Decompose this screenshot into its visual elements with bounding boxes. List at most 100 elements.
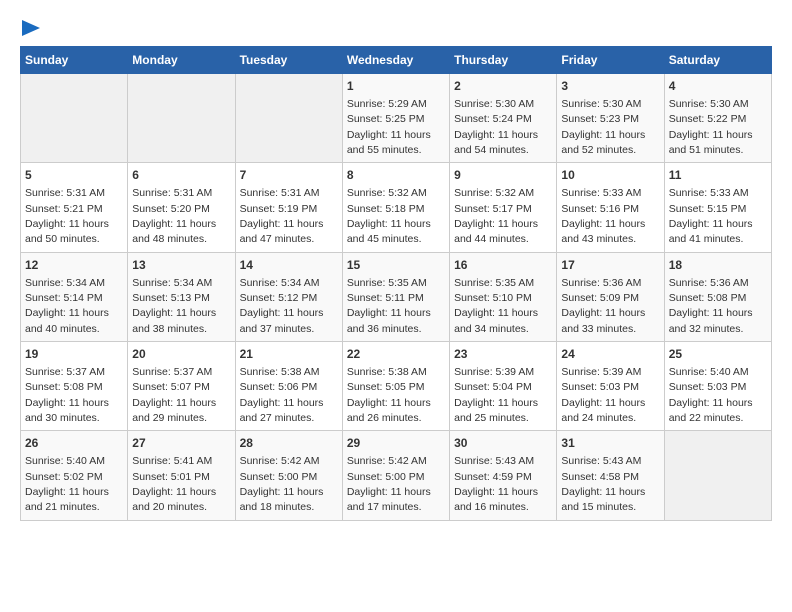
- calendar-day-cell: 9 Sunrise: 5:32 AMSunset: 5:17 PMDaylight…: [450, 163, 557, 252]
- day-info: Sunrise: 5:39 AMSunset: 5:04 PMDaylight:…: [454, 366, 538, 424]
- calendar-week-row: 26Sunrise: 5:40 AMSunset: 5:02 PMDayligh…: [21, 431, 772, 520]
- day-info: Sunrise: 5:36 AMSunset: 5:08 PMDaylight:…: [669, 277, 753, 335]
- calendar-day-cell: [235, 74, 342, 163]
- calendar-day-cell: [21, 74, 128, 163]
- day-info: Sunrise: 5:31 AMSunset: 5:20 PMDaylight:…: [132, 187, 216, 245]
- day-number: 28: [240, 435, 338, 452]
- day-info: Sunrise: 5:32 AMSunset: 5:17 PMDaylight:…: [454, 187, 538, 245]
- day-info: Sunrise: 5:39 AMSunset: 5:03 PMDaylight:…: [561, 366, 645, 424]
- day-info: Sunrise: 5:35 AMSunset: 5:10 PMDaylight:…: [454, 277, 538, 335]
- calendar-day-cell: 29Sunrise: 5:42 AMSunset: 5:00 PMDayligh…: [342, 431, 449, 520]
- calendar-day-cell: 12 Sunrise: 5:34 AMSunset: 5:14 PMDayligh…: [21, 252, 128, 341]
- calendar-day-cell: [664, 431, 771, 520]
- calendar-day-cell: 15 Sunrise: 5:35 AMSunset: 5:11 PMDayligh…: [342, 252, 449, 341]
- day-number: 22: [347, 346, 445, 363]
- day-number: 2: [454, 78, 552, 95]
- day-number: 19: [25, 346, 123, 363]
- day-number: 15: [347, 257, 445, 274]
- day-info: Sunrise: 5:34 AMSunset: 5:14 PMDaylight:…: [25, 277, 109, 335]
- day-number: 25: [669, 346, 767, 363]
- calendar-day-cell: 21 Sunrise: 5:38 AMSunset: 5:06 PMDayligh…: [235, 342, 342, 431]
- day-number: 23: [454, 346, 552, 363]
- calendar-day-cell: 20 Sunrise: 5:37 AMSunset: 5:07 PMDayligh…: [128, 342, 235, 431]
- weekday-header: Tuesday: [235, 47, 342, 74]
- calendar-day-cell: [128, 74, 235, 163]
- day-info: Sunrise: 5:37 AMSunset: 5:07 PMDaylight:…: [132, 366, 216, 424]
- day-number: 3: [561, 78, 659, 95]
- day-info: Sunrise: 5:36 AMSunset: 5:09 PMDaylight:…: [561, 277, 645, 335]
- day-number: 11: [669, 167, 767, 184]
- day-number: 1: [347, 78, 445, 95]
- calendar-day-cell: 11 Sunrise: 5:33 AMSunset: 5:15 PMDayligh…: [664, 163, 771, 252]
- calendar-day-cell: 1 Sunrise: 5:29 AMSunset: 5:25 PMDaylight…: [342, 74, 449, 163]
- day-info: Sunrise: 5:30 AMSunset: 5:23 PMDaylight:…: [561, 98, 645, 156]
- calendar-week-row: 19 Sunrise: 5:37 AMSunset: 5:08 PMDayligh…: [21, 342, 772, 431]
- calendar-day-cell: 23 Sunrise: 5:39 AMSunset: 5:04 PMDayligh…: [450, 342, 557, 431]
- weekday-header: Thursday: [450, 47, 557, 74]
- calendar-week-row: 12 Sunrise: 5:34 AMSunset: 5:14 PMDayligh…: [21, 252, 772, 341]
- day-info: Sunrise: 5:33 AMSunset: 5:16 PMDaylight:…: [561, 187, 645, 245]
- day-info: Sunrise: 5:31 AMSunset: 5:19 PMDaylight:…: [240, 187, 324, 245]
- day-info: Sunrise: 5:42 AMSunset: 5:00 PMDaylight:…: [347, 455, 431, 513]
- day-info: Sunrise: 5:33 AMSunset: 5:15 PMDaylight:…: [669, 187, 753, 245]
- day-info: Sunrise: 5:37 AMSunset: 5:08 PMDaylight:…: [25, 366, 109, 424]
- day-info: Sunrise: 5:32 AMSunset: 5:18 PMDaylight:…: [347, 187, 431, 245]
- calendar-day-cell: 5Sunrise: 5:31 AMSunset: 5:21 PMDaylight…: [21, 163, 128, 252]
- day-number: 14: [240, 257, 338, 274]
- day-number: 13: [132, 257, 230, 274]
- day-info: Sunrise: 5:38 AMSunset: 5:06 PMDaylight:…: [240, 366, 324, 424]
- day-number: 7: [240, 167, 338, 184]
- header: [20, 20, 772, 36]
- day-info: Sunrise: 5:43 AMSunset: 4:59 PMDaylight:…: [454, 455, 538, 513]
- weekday-header: Sunday: [21, 47, 128, 74]
- day-info: Sunrise: 5:34 AMSunset: 5:13 PMDaylight:…: [132, 277, 216, 335]
- logo: [20, 20, 40, 36]
- day-info: Sunrise: 5:40 AMSunset: 5:03 PMDaylight:…: [669, 366, 753, 424]
- calendar-day-cell: 13 Sunrise: 5:34 AMSunset: 5:13 PMDayligh…: [128, 252, 235, 341]
- calendar-day-cell: 3 Sunrise: 5:30 AMSunset: 5:23 PMDaylight…: [557, 74, 664, 163]
- day-number: 18: [669, 257, 767, 274]
- calendar-day-cell: 6 Sunrise: 5:31 AMSunset: 5:20 PMDaylight…: [128, 163, 235, 252]
- day-info: Sunrise: 5:38 AMSunset: 5:05 PMDaylight:…: [347, 366, 431, 424]
- calendar-day-cell: 24 Sunrise: 5:39 AMSunset: 5:03 PMDayligh…: [557, 342, 664, 431]
- calendar-week-row: 1 Sunrise: 5:29 AMSunset: 5:25 PMDaylight…: [21, 74, 772, 163]
- weekday-header: Monday: [128, 47, 235, 74]
- weekday-header: Wednesday: [342, 47, 449, 74]
- day-number: 5: [25, 167, 123, 184]
- day-info: Sunrise: 5:29 AMSunset: 5:25 PMDaylight:…: [347, 98, 431, 156]
- day-number: 12: [25, 257, 123, 274]
- day-number: 21: [240, 346, 338, 363]
- calendar-day-cell: 2Sunrise: 5:30 AMSunset: 5:24 PMDaylight…: [450, 74, 557, 163]
- logo-icon: [22, 20, 40, 36]
- calendar-table: SundayMondayTuesdayWednesdayThursdayFrid…: [20, 46, 772, 521]
- calendar-day-cell: 16Sunrise: 5:35 AMSunset: 5:10 PMDayligh…: [450, 252, 557, 341]
- calendar-day-cell: 18 Sunrise: 5:36 AMSunset: 5:08 PMDayligh…: [664, 252, 771, 341]
- day-number: 24: [561, 346, 659, 363]
- calendar-day-cell: 19 Sunrise: 5:37 AMSunset: 5:08 PMDayligh…: [21, 342, 128, 431]
- day-number: 9: [454, 167, 552, 184]
- weekday-header-row: SundayMondayTuesdayWednesdayThursdayFrid…: [21, 47, 772, 74]
- day-info: Sunrise: 5:35 AMSunset: 5:11 PMDaylight:…: [347, 277, 431, 335]
- calendar-day-cell: 30 Sunrise: 5:43 AMSunset: 4:59 PMDayligh…: [450, 431, 557, 520]
- day-number: 30: [454, 435, 552, 452]
- calendar-day-cell: 14Sunrise: 5:34 AMSunset: 5:12 PMDayligh…: [235, 252, 342, 341]
- day-info: Sunrise: 5:42 AMSunset: 5:00 PMDaylight:…: [240, 455, 324, 513]
- day-info: Sunrise: 5:43 AMSunset: 4:58 PMDaylight:…: [561, 455, 645, 513]
- day-number: 17: [561, 257, 659, 274]
- calendar-day-cell: 4Sunrise: 5:30 AMSunset: 5:22 PMDaylight…: [664, 74, 771, 163]
- day-number: 20: [132, 346, 230, 363]
- day-number: 31: [561, 435, 659, 452]
- calendar-container: SundayMondayTuesdayWednesdayThursdayFrid…: [0, 0, 792, 531]
- day-number: 8: [347, 167, 445, 184]
- day-number: 27: [132, 435, 230, 452]
- weekday-header: Friday: [557, 47, 664, 74]
- day-info: Sunrise: 5:41 AMSunset: 5:01 PMDaylight:…: [132, 455, 216, 513]
- calendar-week-row: 5Sunrise: 5:31 AMSunset: 5:21 PMDaylight…: [21, 163, 772, 252]
- weekday-header: Saturday: [664, 47, 771, 74]
- day-number: 6: [132, 167, 230, 184]
- calendar-day-cell: 31 Sunrise: 5:43 AMSunset: 4:58 PMDayligh…: [557, 431, 664, 520]
- calendar-day-cell: 22 Sunrise: 5:38 AMSunset: 5:05 PMDayligh…: [342, 342, 449, 431]
- calendar-day-cell: 7 Sunrise: 5:31 AMSunset: 5:19 PMDaylight…: [235, 163, 342, 252]
- calendar-day-cell: 25 Sunrise: 5:40 AMSunset: 5:03 PMDayligh…: [664, 342, 771, 431]
- day-info: Sunrise: 5:30 AMSunset: 5:22 PMDaylight:…: [669, 98, 753, 156]
